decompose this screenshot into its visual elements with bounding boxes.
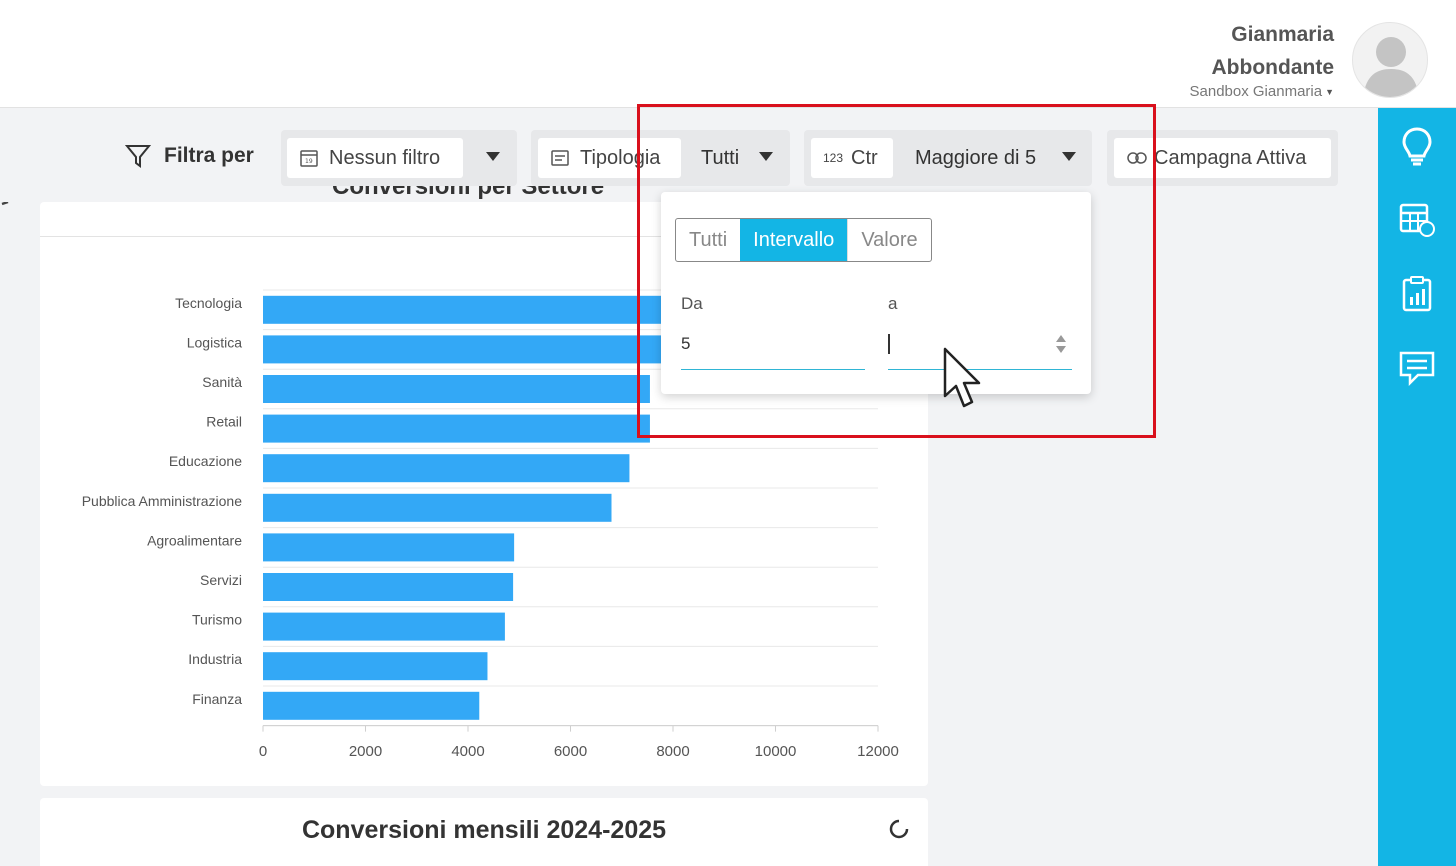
- user-name[interactable]: Gianmaria Abbondante: [1212, 18, 1334, 84]
- bar: [263, 612, 505, 641]
- chat-icon[interactable]: [1397, 348, 1437, 388]
- category-label: Sanità: [202, 374, 242, 390]
- clipboard-chart-icon[interactable]: [1397, 274, 1437, 314]
- x-tick-label: 10000: [755, 743, 797, 760]
- category-label: Retail: [206, 414, 242, 430]
- monthly-chart-title: Conversioni mensili 2024-2025: [301, 816, 667, 844]
- bar: [263, 375, 650, 403]
- refresh-icon[interactable]: [886, 816, 912, 842]
- bar: [263, 414, 650, 443]
- bar: [263, 493, 612, 522]
- category-label: Servizi: [200, 572, 242, 588]
- workspace-selector[interactable]: Sandbox Gianmaria ▼: [1190, 83, 1335, 100]
- category-label: Finanza: [192, 691, 242, 707]
- user-first-name: Gianmaria: [1231, 23, 1334, 46]
- lightbulb-icon[interactable]: [1397, 126, 1437, 166]
- bar: [263, 533, 515, 562]
- category-label: Agroalimentare: [147, 532, 242, 548]
- monthly-chart-card: Conversioni mensili 2024-2025: [40, 798, 928, 866]
- user-last-name: Abbondante: [1211, 56, 1334, 79]
- category-label: Industria: [188, 651, 242, 667]
- right-sidebar: [1378, 108, 1456, 866]
- x-tick-label: 6000: [554, 743, 587, 760]
- campagna-label: Campagna Attiva: [1154, 146, 1307, 169]
- bar: [263, 573, 514, 601]
- category-label: Tecnologia: [175, 295, 242, 311]
- category-label: Educazione: [169, 453, 242, 469]
- bar: [263, 454, 630, 483]
- category-label: Turismo: [192, 612, 242, 628]
- x-tick-label: 0: [259, 743, 267, 760]
- x-tick-label: 8000: [656, 743, 689, 760]
- highlight-box: [637, 104, 1156, 438]
- x-tick-label: 2000: [349, 743, 382, 760]
- workspace-name: Sandbox Gianmaria: [1189, 83, 1323, 100]
- caret-down-icon: ▼: [1325, 86, 1334, 97]
- bar: [263, 691, 480, 720]
- x-tick-label: 4000: [451, 743, 484, 760]
- x-tick-label: 12000: [857, 743, 899, 760]
- category-label: Logistica: [187, 334, 242, 350]
- table-help-icon[interactable]: [1397, 200, 1437, 240]
- category-label: Pubblica Amministrazione: [82, 493, 243, 509]
- bar: [263, 652, 488, 681]
- user-avatar-icon[interactable]: [1352, 22, 1428, 98]
